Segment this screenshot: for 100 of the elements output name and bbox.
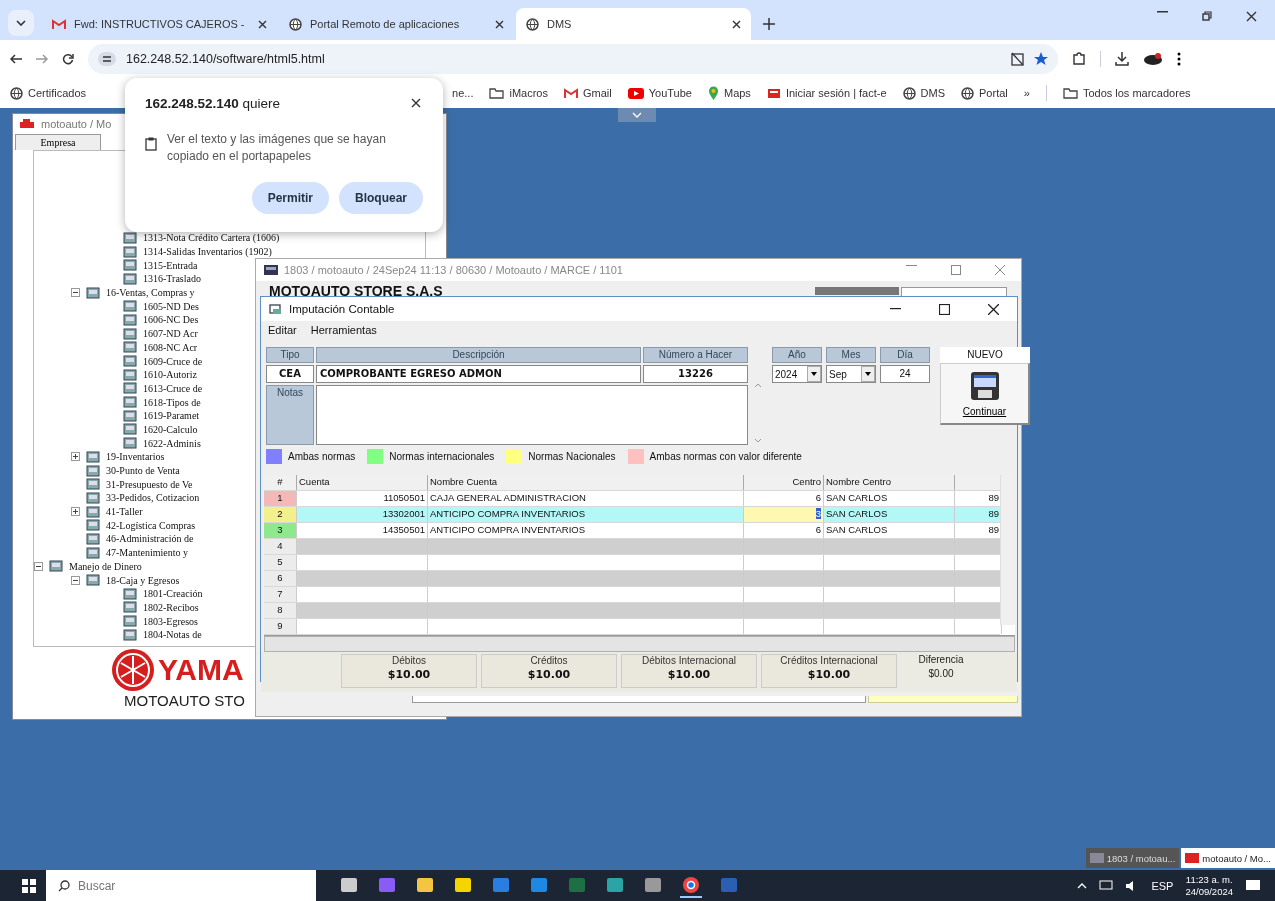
bookmark[interactable]: Maps: [707, 86, 751, 100]
tree-item[interactable]: 31-Presupuesto de Ve: [106, 478, 193, 490]
tree-item[interactable]: 16-Ventas, Compras y: [106, 287, 195, 299]
row-number[interactable]: 1: [264, 491, 297, 506]
tree-item[interactable]: 1622-Adminis: [143, 437, 201, 449]
tree-item[interactable]: 1606-NC Des: [143, 314, 199, 326]
total-box: Créditos Internacional $10.00: [761, 654, 897, 688]
bookmark[interactable]: YouTube: [627, 87, 692, 99]
tree-item[interactable]: 41-Taller: [106, 506, 143, 518]
popup-button[interactable]: Permitir: [251, 182, 329, 214]
column-header[interactable]: #: [264, 475, 297, 490]
column-header[interactable]: Nombre Cuenta: [428, 475, 744, 490]
tree-item[interactable]: 1610-Autoriz: [143, 369, 197, 381]
browser-tab[interactable]: Fwd: INSTRUCTIVOS CAJEROS -: [42, 8, 277, 40]
company-name: MOTOAUTO STORE S.A.S: [269, 283, 443, 299]
bookmark[interactable]: ne...: [452, 87, 474, 99]
tree-item[interactable]: 1802-Recibos: [143, 601, 199, 613]
menu-item[interactable]: Herramientas: [310, 324, 377, 340]
tree-item[interactable]: 46-Administración de: [106, 533, 194, 545]
column-header[interactable]: Centro: [744, 475, 824, 490]
tree-item[interactable]: 19-Inventarios: [106, 451, 165, 463]
tree-item[interactable]: 30-Punto de Venta: [106, 465, 180, 477]
tree-item[interactable]: 1803-Egresos: [143, 615, 198, 627]
tree-item[interactable]: 1313-Nota Crédito Cartera (1606): [143, 232, 280, 244]
row-number[interactable]: 7: [264, 587, 297, 602]
all-bookmarks-button[interactable]: Todos los marcadores: [1062, 87, 1191, 99]
tree-item[interactable]: 18-Caja y Egresos: [106, 574, 180, 586]
legend-label: Normas internacionales: [389, 450, 495, 462]
tree-item[interactable]: 1801-Creación: [143, 588, 203, 600]
window-button[interactable]: motoauto / Mo...: [1181, 848, 1275, 868]
bookmark[interactable]: DMS: [902, 86, 945, 100]
popup-title: 162.248.52.140 quiere: [145, 96, 281, 111]
search-field[interactable]: Buscar: [46, 870, 316, 901]
month-dropdown[interactable]: Sep: [826, 365, 876, 383]
tree-item[interactable]: 1609-Cruce de: [143, 355, 203, 367]
more-bookmarks-button[interactable]: »: [1023, 87, 1030, 99]
total-box: Débitos Internacional $10.00: [621, 654, 757, 688]
year-dropdown[interactable]: 2024: [772, 365, 822, 383]
bookmark[interactable]: Iniciar sesión | fact-e: [766, 87, 887, 99]
table-cell: 14350501: [297, 523, 428, 538]
address-bar[interactable]: 162.248.52.140/software/html5.html: [88, 44, 1058, 74]
tree-item[interactable]: 47-Mantenimiento y: [106, 547, 188, 559]
table-cell: 6: [744, 491, 824, 506]
table-cell: 11050501: [297, 491, 428, 506]
bookmark[interactable]: iMacros: [489, 87, 548, 99]
company-name: MOTOAUTO STO: [123, 692, 246, 709]
tree-item[interactable]: 1618-Tipos de: [143, 396, 201, 408]
table-cell: ANTICIPO COMPRA INVENTARIOS: [428, 523, 744, 538]
bookmark[interactable]: Gmail: [564, 87, 612, 99]
number-field[interactable]: 13226: [643, 365, 748, 383]
window-button[interactable]: 1803 / motoau...: [1085, 848, 1180, 868]
browser-tab[interactable]: DMS: [516, 8, 751, 40]
table-row[interactable]: 3 14350501 ANTICIPO COMPRA INVENTARIOS 6 SAN CARLOS 89: [264, 523, 1000, 539]
row-number[interactable]: 6: [264, 571, 297, 586]
tipo-field[interactable]: CEA: [266, 365, 314, 383]
tree-item[interactable]: Manejo de Dinero: [69, 560, 142, 572]
bookmark[interactable]: Portal: [961, 86, 1008, 100]
description-field[interactable]: COMPROBANTE EGRESO ADMON: [316, 365, 641, 383]
tab[interactable]: Empresa: [15, 134, 101, 150]
window-title: motoauto / Mo: [41, 118, 112, 130]
bookmark[interactable]: Certificados: [10, 86, 87, 100]
tree-item[interactable]: 1613-Cruce de: [143, 382, 203, 394]
tree-item[interactable]: 1605-ND Des: [143, 300, 199, 312]
legend-label: Ambas normas con valor diferente: [649, 450, 802, 462]
logo-text: YAMA: [158, 651, 244, 688]
tree-item[interactable]: 42-Logística Compras: [106, 519, 196, 531]
language-indicator[interactable]: ESP: [1151, 879, 1174, 892]
row-number[interactable]: 2: [264, 507, 297, 522]
tree-item[interactable]: 33-Pedidos, Cotizacion: [106, 492, 200, 504]
tree-item[interactable]: 1607-ND Acr: [143, 328, 198, 340]
tree-item[interactable]: 1620-Calculo: [143, 423, 198, 435]
field-label: Mes: [826, 347, 876, 363]
browser-tab[interactable]: Portal Remoto de aplicaciones: [279, 8, 514, 40]
tree-item[interactable]: 1804-Notas de: [143, 629, 202, 641]
row-number[interactable]: 9: [264, 619, 297, 634]
menu-item[interactable]: Editar: [268, 324, 297, 340]
continue-button[interactable]: Continuar: [940, 363, 1030, 425]
column-header[interactable]: Cuenta: [297, 475, 428, 490]
tree-item[interactable]: 1608-NC Acr: [143, 341, 198, 353]
popup-button[interactable]: Bloquear: [339, 182, 423, 214]
table-row[interactable]: 2 13302001 ANTICIPO COMPRA INVENTARIOS 3 SAN CARLOS 89: [264, 507, 1000, 523]
row-number[interactable]: 3: [264, 523, 297, 538]
tree-item[interactable]: 1315-Entrada: [143, 259, 198, 271]
legend-label: Ambas normas: [288, 450, 356, 462]
row-number[interactable]: 8: [264, 603, 297, 618]
tree-item[interactable]: 1314-Salidas Inventarios (1902): [143, 246, 272, 258]
day-field[interactable]: 24: [880, 365, 930, 383]
row-number[interactable]: 4: [264, 539, 297, 554]
column-header[interactable]: Nombre Centro: [824, 475, 955, 490]
table-row[interactable]: 1 11050501 CAJA GENERAL ADMINISTRACION 6 SAN CARLOS 89: [264, 491, 1000, 507]
row-number[interactable]: 5: [264, 555, 297, 570]
difference-label: Diferencia: [917, 654, 965, 665]
clock[interactable]: 11:23 a. m. 24/09/2024: [1185, 873, 1233, 898]
table-cell: SAN CARLOS: [824, 523, 955, 538]
tree-item[interactable]: 1316-Traslado: [143, 273, 201, 285]
tree-item[interactable]: 1619-Paramet: [143, 410, 200, 422]
table-cell: SAN CARLOS: [824, 491, 955, 506]
dialog-title: Imputación Contable: [289, 303, 395, 315]
total-box: Débitos $10.00: [341, 654, 477, 688]
table-cell[interactable]: 3: [744, 507, 824, 522]
